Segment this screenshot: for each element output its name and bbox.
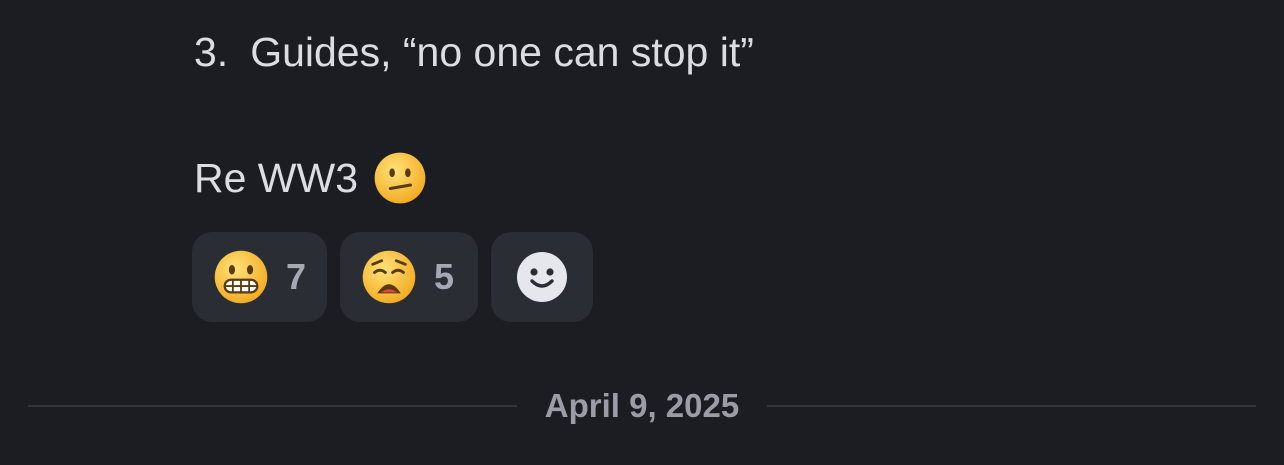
list-item-number: 3.	[194, 29, 229, 75]
reactions-bar: 7 5	[192, 232, 593, 322]
list-item-text: Guides, “no one can stop it”	[250, 29, 754, 75]
reaction-count: 5	[434, 256, 455, 297]
message-line: Re WW3	[194, 150, 428, 206]
weary-face-emoji	[362, 250, 416, 304]
add-reaction-button[interactable]	[491, 232, 593, 322]
smiley-add-reaction-icon	[517, 252, 567, 302]
reaction-count: 7	[286, 256, 307, 297]
reaction-grimacing[interactable]: 7	[192, 232, 327, 322]
date-divider: April 9, 2025	[28, 384, 1257, 428]
date-divider-label: April 9, 2025	[544, 387, 740, 424]
divider-line-left	[28, 405, 517, 407]
message-list-item: 3. Guides, “no one can stop it”	[194, 24, 754, 80]
confused-face-emoji	[374, 152, 426, 204]
message-text: Re WW3	[194, 155, 358, 201]
grimacing-face-emoji	[214, 250, 268, 304]
reaction-weary[interactable]: 5	[340, 232, 478, 322]
divider-line-right	[767, 405, 1257, 407]
